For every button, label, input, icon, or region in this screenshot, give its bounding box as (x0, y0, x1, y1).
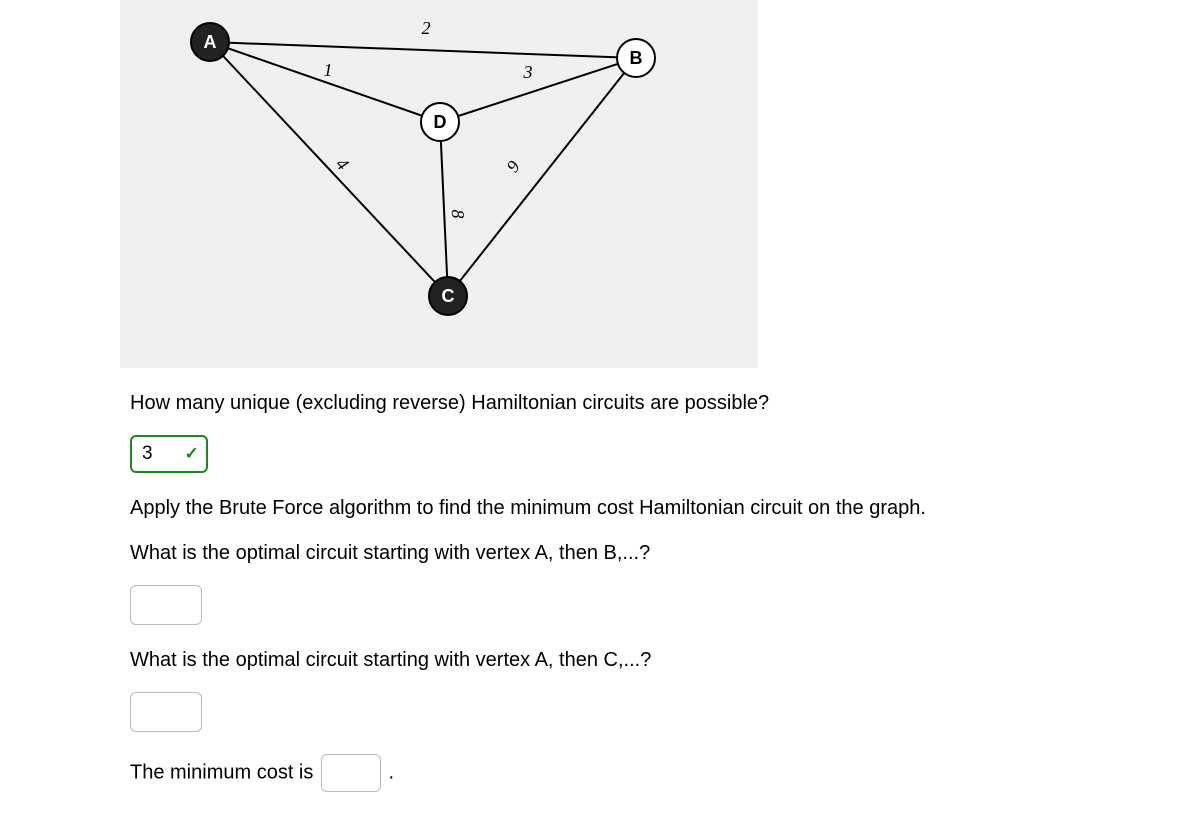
answer-1-row: ✓ (130, 435, 1130, 473)
question-4-suffix: . (389, 761, 395, 783)
edge-weight-DB: 3 (523, 62, 533, 82)
question-3-text: What is the optimal circuit starting wit… (130, 647, 1130, 674)
graph-edge-AC (210, 42, 448, 296)
question-4-prefix: The minimum cost is (130, 761, 319, 783)
edge-weight-BC: 9 (502, 157, 523, 176)
answer-3-row (130, 692, 1130, 732)
question-2b-text: What is the optimal circuit starting wit… (130, 540, 1130, 567)
node-label-B: B (630, 48, 643, 68)
graph-edge-AB (210, 42, 636, 58)
node-label-D: D (434, 112, 447, 132)
node-label-A: A (204, 32, 217, 52)
edge-weight-AB: 2 (422, 18, 431, 38)
node-label-C: C (442, 286, 455, 306)
answer-3-input[interactable] (130, 692, 202, 732)
edge-weight-AC: 4 (332, 154, 353, 174)
answer-2-input[interactable] (130, 585, 202, 625)
graph-figure: 2 1 3 4 8 9 A B C D (120, 0, 758, 368)
graph-edge-AD (210, 42, 440, 122)
graph-edge-BC (448, 58, 636, 296)
question-1-text: How many unique (excluding reverse) Hami… (130, 390, 1130, 417)
check-icon: ✓ (184, 444, 198, 464)
question-4-row: The minimum cost is . (130, 754, 1130, 792)
edge-weight-AD: 1 (324, 60, 333, 80)
answer-2-row (130, 585, 1130, 625)
answer-4-input[interactable] (321, 754, 381, 792)
question-block: How many unique (excluding reverse) Hami… (130, 390, 1130, 810)
graph-edge-DB (440, 58, 636, 122)
edge-weight-DC: 8 (448, 209, 468, 218)
graph-edge-DC (440, 122, 448, 296)
question-2a-text: Apply the Brute Force algorithm to find … (130, 495, 1130, 522)
